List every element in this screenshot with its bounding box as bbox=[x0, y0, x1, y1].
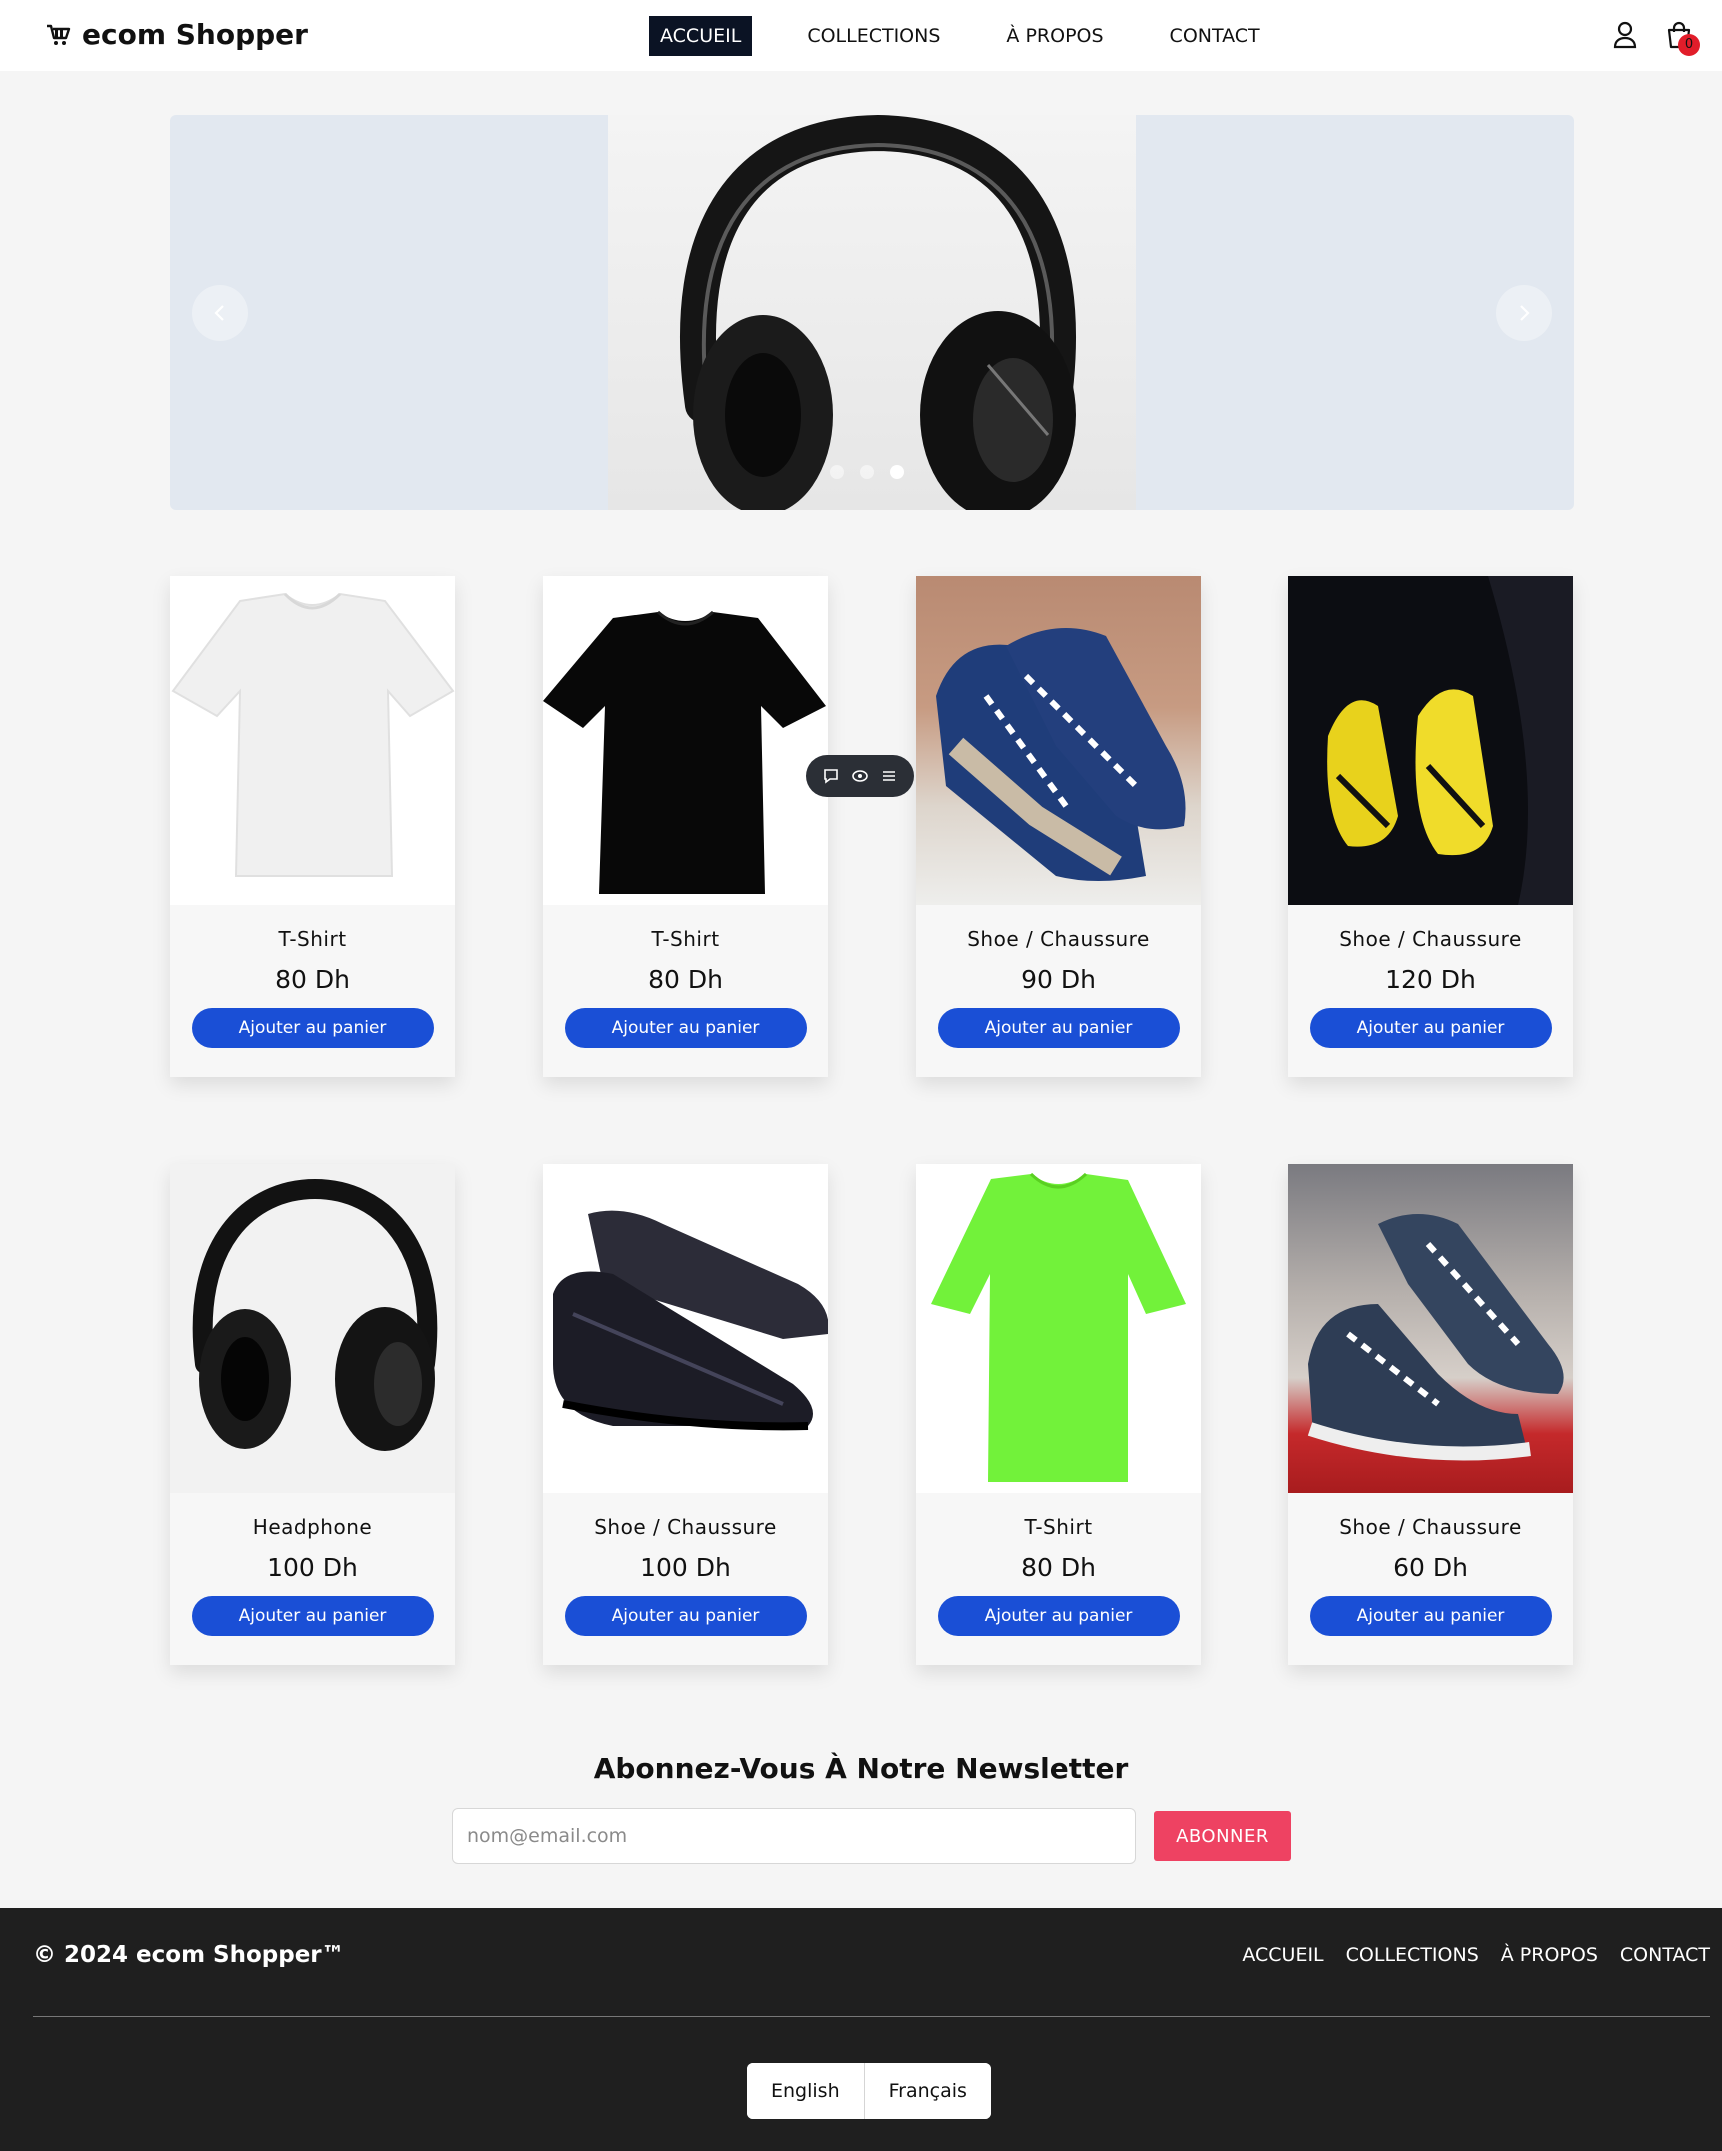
nav-contact[interactable]: CONTACT bbox=[1159, 16, 1271, 56]
product-name: T-Shirt bbox=[1024, 1515, 1093, 1539]
footer-nav-a-propos[interactable]: À PROPOS bbox=[1501, 1944, 1598, 1966]
nav-collections[interactable]: COLLECTIONS bbox=[796, 16, 951, 56]
product-image-white-tshirt[interactable] bbox=[170, 576, 455, 905]
add-to-cart-button[interactable]: Ajouter au panier bbox=[937, 1596, 1180, 1636]
product-price: 60 Dh bbox=[1393, 1553, 1468, 1582]
product-image-black-headphones[interactable] bbox=[170, 1164, 455, 1493]
product-image-green-tshirt[interactable] bbox=[916, 1164, 1201, 1493]
add-to-cart-button[interactable]: Ajouter au panier bbox=[1309, 1008, 1552, 1048]
carousel-next-button[interactable] bbox=[1496, 285, 1552, 341]
chevron-left-icon bbox=[214, 305, 224, 321]
product-image-yellow-sneakers[interactable] bbox=[1288, 576, 1573, 905]
chevron-right-icon bbox=[1520, 305, 1530, 321]
product-price: 120 Dh bbox=[1385, 965, 1476, 994]
sneakers-image bbox=[936, 628, 1186, 881]
product-name: Headphone bbox=[252, 1515, 373, 1539]
product-name: T-Shirt bbox=[278, 927, 347, 951]
menu-icon[interactable] bbox=[880, 767, 898, 785]
product-price: 80 Dh bbox=[275, 965, 350, 994]
floating-toolbar bbox=[806, 755, 914, 797]
tshirt-image bbox=[931, 1172, 1186, 1482]
product-image-leather-shoes[interactable] bbox=[543, 1164, 828, 1493]
carousel-prev-button[interactable] bbox=[192, 285, 248, 341]
product-card: Headphone 100 Dh Ajouter au panier bbox=[170, 1164, 455, 1665]
header-actions: 0 bbox=[1610, 20, 1700, 56]
hero-carousel bbox=[170, 115, 1574, 510]
product-card: T-Shirt 80 Dh Ajouter au panier bbox=[916, 1164, 1201, 1665]
tshirt-image bbox=[543, 610, 826, 894]
carousel-dot-1[interactable] bbox=[830, 465, 844, 479]
subscribe-button[interactable]: ABONNER bbox=[1154, 1811, 1291, 1861]
footer-nav-accueil[interactable]: ACCUEIL bbox=[1242, 1944, 1323, 1966]
sneakers-image bbox=[1307, 1214, 1564, 1461]
add-to-cart-button[interactable]: Ajouter au panier bbox=[191, 1596, 434, 1636]
cart-button[interactable]: 0 bbox=[1664, 20, 1700, 56]
product-name: Shoe / Chaussure bbox=[594, 1515, 777, 1539]
eye-icon[interactable] bbox=[851, 767, 869, 785]
site-header: ecom Shopper ACCUEIL COLLECTIONS À PROPO… bbox=[0, 0, 1722, 71]
product-name: Shoe / Chaussure bbox=[1339, 927, 1522, 951]
add-to-cart-button[interactable]: Ajouter au panier bbox=[1309, 1596, 1552, 1636]
product-price: 100 Dh bbox=[640, 1553, 731, 1582]
language-french-button[interactable]: Français bbox=[863, 2063, 991, 2119]
nav-a-propos[interactable]: À PROPOS bbox=[995, 16, 1114, 56]
copyright-text: © 2024 ecom Shopper™ bbox=[33, 1942, 345, 1968]
tshirt-image bbox=[171, 592, 455, 877]
product-card: T-Shirt 80 Dh Ajouter au panier bbox=[543, 576, 828, 1077]
sneakers-image bbox=[1327, 576, 1573, 905]
headphones-image bbox=[680, 115, 1076, 510]
product-card: T-Shirt 80 Dh Ajouter au panier bbox=[170, 576, 455, 1077]
carousel-dot-2[interactable] bbox=[860, 465, 874, 479]
product-card: Shoe / Chaussure 100 Dh Ajouter au panie… bbox=[543, 1164, 828, 1665]
shoes-image bbox=[553, 1210, 828, 1431]
product-name: Shoe / Chaussure bbox=[967, 927, 1150, 951]
language-english-button[interactable]: English bbox=[747, 2063, 864, 2119]
product-image-navy-canvas-sneakers[interactable] bbox=[1288, 1164, 1573, 1493]
product-name: T-Shirt bbox=[651, 927, 720, 951]
main-nav: ACCUEIL COLLECTIONS À PROPOS CONTACT bbox=[649, 16, 1315, 56]
product-card: Shoe / Chaussure 90 Dh Ajouter au panier bbox=[916, 576, 1201, 1077]
product-name: Shoe / Chaussure bbox=[1339, 1515, 1522, 1539]
logo-text: ecom Shopper bbox=[82, 18, 308, 51]
cart-count-badge: 0 bbox=[1678, 34, 1700, 56]
user-icon bbox=[1613, 21, 1637, 49]
carousel-dot-3[interactable] bbox=[890, 465, 904, 479]
product-price: 100 Dh bbox=[267, 1553, 358, 1582]
shopping-cart-icon bbox=[47, 24, 71, 45]
footer-nav: ACCUEIL COLLECTIONS À PROPOS CONTACT bbox=[1242, 1944, 1710, 1966]
site-footer: © 2024 ecom Shopper™ ACCUEIL COLLECTIONS… bbox=[0, 1908, 1722, 2151]
add-to-cart-button[interactable]: Ajouter au panier bbox=[564, 1008, 807, 1048]
product-image-blue-sneakers[interactable] bbox=[916, 576, 1201, 905]
user-button[interactable] bbox=[1610, 20, 1640, 50]
newsletter-email-input[interactable] bbox=[452, 1808, 1136, 1864]
language-switcher: English Français bbox=[747, 2063, 991, 2119]
product-image-black-tshirt[interactable] bbox=[543, 576, 828, 905]
product-card: Shoe / Chaussure 60 Dh Ajouter au panier bbox=[1288, 1164, 1573, 1665]
add-to-cart-button[interactable]: Ajouter au panier bbox=[191, 1008, 434, 1048]
product-price: 80 Dh bbox=[648, 965, 723, 994]
product-card: Shoe / Chaussure 120 Dh Ajouter au panie… bbox=[1288, 576, 1573, 1077]
add-to-cart-button[interactable]: Ajouter au panier bbox=[937, 1008, 1180, 1048]
footer-nav-contact[interactable]: CONTACT bbox=[1620, 1944, 1710, 1966]
product-price: 80 Dh bbox=[1021, 1553, 1096, 1582]
newsletter-title: Abonnez-Vous À Notre Newsletter bbox=[593, 1752, 1129, 1785]
carousel-slide-headphones bbox=[608, 115, 1136, 510]
add-to-cart-button[interactable]: Ajouter au panier bbox=[564, 1596, 807, 1636]
comment-icon[interactable] bbox=[822, 767, 840, 785]
logo[interactable]: ecom Shopper bbox=[44, 18, 308, 51]
product-price: 90 Dh bbox=[1021, 965, 1096, 994]
nav-accueil[interactable]: ACCUEIL bbox=[649, 16, 753, 56]
carousel-indicators bbox=[830, 465, 904, 479]
footer-divider bbox=[33, 2016, 1710, 2017]
headphones-image bbox=[192, 1178, 438, 1451]
footer-nav-collections[interactable]: COLLECTIONS bbox=[1346, 1944, 1479, 1966]
